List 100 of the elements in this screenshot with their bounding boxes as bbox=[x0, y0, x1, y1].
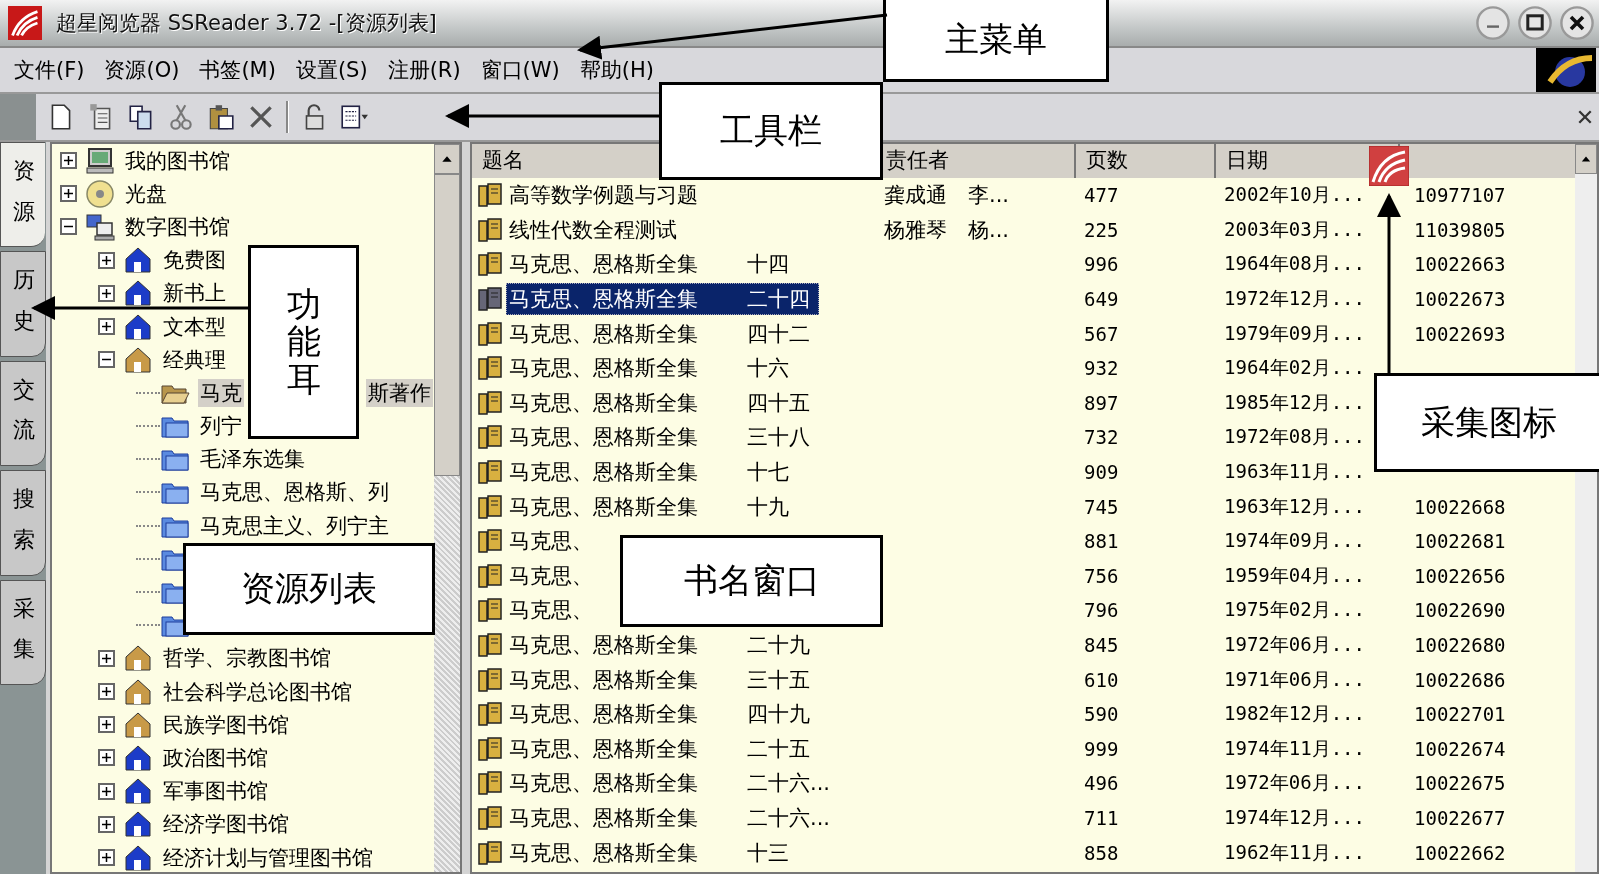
tree-item[interactable]: 民族学图书馆 bbox=[161, 710, 291, 739]
book-title[interactable]: 马克思、恩格斯全集 四十二 bbox=[506, 317, 819, 350]
table-cell-text: 897 bbox=[1083, 391, 1120, 414]
table-cell-text: 10022675 bbox=[1413, 772, 1506, 795]
table-cell-text: 10022668 bbox=[1413, 495, 1506, 518]
minus-box-icon[interactable] bbox=[98, 351, 115, 369]
side-tab[interactable]: 资源 bbox=[0, 142, 45, 248]
menu-item[interactable]: 文件(F) bbox=[8, 52, 91, 88]
book-title[interactable]: 马克思、 bbox=[506, 594, 596, 627]
book-title[interactable]: 马克思、恩格斯全集 十三 bbox=[506, 836, 798, 869]
book-title[interactable]: 马克思、恩格斯全集 十七 bbox=[506, 456, 798, 489]
menu-item[interactable]: 注册(R) bbox=[381, 52, 467, 88]
scrollbar-thumb[interactable] bbox=[434, 174, 460, 476]
column-header[interactable]: 责任者 bbox=[886, 148, 949, 172]
book-title[interactable]: 马克思、恩格斯全集 二十六... bbox=[506, 767, 840, 800]
plus-box-icon[interactable] bbox=[98, 251, 115, 269]
side-tab[interactable]: 交流 bbox=[0, 360, 46, 467]
tree-item[interactable]: 免费图 bbox=[161, 246, 228, 275]
menu-item[interactable]: 窗口(W) bbox=[474, 52, 566, 88]
table-cell-text: 11039805 bbox=[1413, 218, 1506, 241]
book-title[interactable]: 高等数学例题与习题 bbox=[506, 179, 701, 212]
book-icon bbox=[476, 631, 504, 659]
book-title[interactable]: 马克思、恩格斯全集 四十九 bbox=[506, 698, 819, 731]
table-cell-text: 2002年10月... bbox=[1223, 182, 1366, 208]
tree-item-text: 斯著作 bbox=[366, 378, 433, 407]
scroll-up-icon[interactable] bbox=[434, 144, 460, 174]
book-title[interactable]: 马克思、恩格斯全集 二十六... bbox=[506, 802, 840, 834]
close-icon[interactable] bbox=[1577, 109, 1593, 125]
book-title[interactable]: 马克思、恩格斯全集 四十五 bbox=[506, 386, 819, 419]
side-tab[interactable]: 搜索 bbox=[0, 470, 46, 576]
tree-item[interactable]: 毛泽东选集 bbox=[198, 445, 307, 474]
side-tab[interactable]: 历史 bbox=[0, 251, 46, 357]
table-cell-text: 杨雅琴 杨... bbox=[883, 216, 1011, 244]
tree-item[interactable]: 文本型 bbox=[161, 312, 228, 341]
book-title[interactable]: 马克思、恩格斯全集 二十四 bbox=[506, 283, 819, 316]
table-cell-text: 932 bbox=[1083, 357, 1120, 380]
tree-item[interactable]: 经典理 bbox=[161, 345, 228, 374]
menu-item[interactable]: 帮助(H) bbox=[573, 52, 660, 88]
book-title[interactable]: 马克思、恩格斯全集 二十九 bbox=[506, 629, 819, 661]
tree-item[interactable]: 马克思主义、列宁主 bbox=[198, 511, 391, 540]
book-icon bbox=[476, 700, 504, 729]
callout-label: 资源列表 bbox=[183, 543, 435, 635]
book-icon bbox=[476, 458, 504, 487]
plus-box-icon[interactable] bbox=[98, 782, 115, 800]
plus-box-icon[interactable] bbox=[60, 152, 77, 170]
plus-box-icon[interactable] bbox=[98, 284, 115, 302]
tree-item[interactable]: 马克 bbox=[198, 378, 244, 407]
scroll-up-icon[interactable] bbox=[1575, 144, 1597, 174]
plus-box-icon[interactable] bbox=[60, 185, 77, 203]
table-cell-text: 龚成通 李... bbox=[883, 182, 1011, 210]
collect-stamp-icon[interactable] bbox=[1369, 146, 1409, 186]
tree-item[interactable]: 列宁 bbox=[198, 412, 244, 441]
table-cell-text: 881 bbox=[1083, 530, 1120, 553]
plus-box-icon[interactable] bbox=[98, 318, 115, 336]
plus-box-icon[interactable] bbox=[98, 716, 115, 734]
minus-box-icon[interactable] bbox=[60, 218, 77, 236]
column-header[interactable]: 日期 bbox=[1226, 148, 1268, 172]
maximize-button[interactable] bbox=[1517, 5, 1553, 41]
tree-item[interactable]: 经济学图书馆 bbox=[161, 810, 291, 839]
tree-item[interactable]: 新书上 bbox=[161, 279, 228, 308]
book-title[interactable]: 马克思、 bbox=[506, 525, 596, 558]
book-title[interactable]: 马克思、恩格斯全集 十九 bbox=[506, 490, 798, 523]
tree-item[interactable]: 社会科学总论图书馆 bbox=[161, 677, 354, 706]
table-cell-text: 10022701 bbox=[1413, 703, 1506, 726]
column-header[interactable]: 页数 bbox=[1086, 148, 1128, 172]
tree-item[interactable]: 哲学、宗教图书馆 bbox=[161, 644, 333, 673]
tree-item[interactable]: 经济计划与管理图书馆 bbox=[161, 843, 375, 872]
toolbar-grip[interactable] bbox=[0, 94, 36, 140]
book-title[interactable]: 马克思、恩格斯全集 三十五 bbox=[506, 663, 819, 696]
book-title[interactable]: 马克思、恩格斯全集 十四 bbox=[506, 248, 798, 281]
callout-label: 工具栏 bbox=[659, 82, 883, 180]
book-title[interactable]: 马克思、恩格斯全集 二十五 bbox=[506, 732, 819, 765]
menu-item[interactable]: 设置(S) bbox=[289, 52, 374, 88]
book-title[interactable]: 马克思、恩格斯全集 三十八 bbox=[506, 421, 819, 454]
menu-item[interactable]: 资源(O) bbox=[98, 52, 186, 88]
list-dropdown-icon[interactable] bbox=[339, 102, 369, 132]
table-cell-text: 1975年02月... bbox=[1223, 597, 1366, 623]
book-icon bbox=[476, 561, 504, 590]
scrollbar[interactable] bbox=[434, 144, 460, 872]
tree-item[interactable]: 政治图书馆 bbox=[161, 743, 270, 772]
menu-item[interactable]: 书签(M) bbox=[193, 52, 282, 88]
book-title[interactable]: 马克思、恩格斯全集 十六 bbox=[506, 352, 798, 385]
book-title[interactable]: 马克思、 bbox=[506, 559, 596, 592]
plus-box-icon[interactable] bbox=[98, 849, 115, 867]
globe-logo-icon bbox=[1533, 48, 1599, 92]
plus-box-icon[interactable] bbox=[98, 815, 115, 833]
tree-item[interactable]: 我的图书馆 bbox=[123, 146, 232, 175]
plus-box-icon[interactable] bbox=[98, 749, 115, 767]
table-cell-text: 845 bbox=[1083, 634, 1120, 656]
book-title[interactable]: 线性代数全程测试 bbox=[506, 213, 680, 246]
column-header[interactable]: 题名 bbox=[482, 148, 524, 172]
close-button[interactable] bbox=[1559, 5, 1595, 41]
tree-item[interactable]: 光盘 bbox=[123, 179, 169, 208]
tree-item[interactable]: 军事图书馆 bbox=[161, 777, 270, 806]
table-cell-text: 1985年12月... bbox=[1223, 389, 1366, 415]
plus-box-icon[interactable] bbox=[98, 683, 115, 701]
tree-item[interactable]: 马克思、恩格斯、列 bbox=[198, 478, 391, 507]
side-tab[interactable]: 采集 bbox=[0, 579, 46, 685]
tree-item[interactable]: 数字图书馆 bbox=[123, 212, 232, 241]
plus-box-icon[interactable] bbox=[98, 649, 115, 667]
